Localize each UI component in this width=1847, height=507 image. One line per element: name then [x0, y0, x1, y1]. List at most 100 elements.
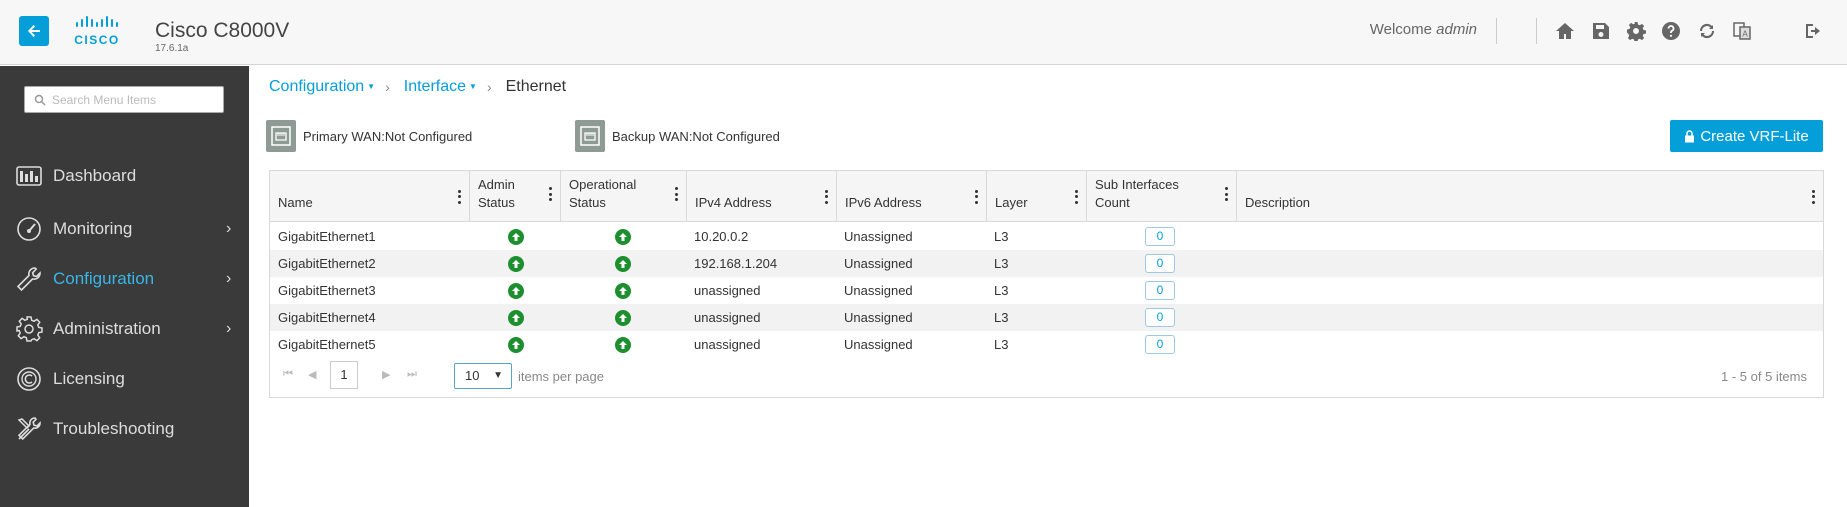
caret-down-icon[interactable]: ▼	[469, 82, 477, 91]
ethernet-port-icon	[266, 120, 296, 152]
cell-ipv6: Unassigned	[844, 283, 913, 298]
column-header-name[interactable]: Name	[270, 171, 470, 222]
search-icon	[34, 94, 46, 106]
sub-interfaces-count-button[interactable]: 0	[1145, 335, 1175, 354]
search-menu[interactable]	[24, 86, 224, 113]
header-divider	[1536, 18, 1537, 44]
create-vrf-lite-button[interactable]: Create VRF-Lite	[1670, 120, 1823, 152]
gauge-icon	[15, 215, 43, 243]
cell-name: GigabitEthernet5	[278, 337, 376, 352]
current-page[interactable]: 1	[330, 361, 358, 389]
cell-name: GigabitEthernet1	[278, 229, 376, 244]
breadcrumb-current: Ethernet	[505, 78, 567, 95]
table-row[interactable]: GigabitEthernet2 192.168.1.204 Unassigned L…	[270, 250, 1823, 277]
column-header-layer[interactable]: Layer	[987, 171, 1087, 222]
cell-layer: L3	[994, 337, 1009, 352]
oper-status-up-icon	[615, 256, 631, 272]
sub-interfaces-count-button[interactable]: 0	[1145, 254, 1175, 273]
help-icon	[1662, 22, 1680, 40]
items-per-page-label: items per page	[518, 369, 604, 384]
logo-text: CISCO	[74, 33, 120, 47]
language-button[interactable]: A	[1729, 18, 1755, 44]
table-row[interactable]: GigabitEthernet3 unassigned Unassigned L3 0	[270, 277, 1823, 304]
backup-wan-label: Backup WAN:Not Configured	[612, 128, 780, 144]
refresh-button[interactable]	[1694, 18, 1720, 44]
column-header-description[interactable]: Description	[1237, 171, 1823, 222]
first-page-icon[interactable]: ⏮	[283, 368, 293, 381]
sidebar-item-troubleshooting[interactable]: Troubleshooting	[0, 409, 249, 449]
pagination: ⏮ ◀ 1 ▶ ⏭ 10 ▼ items per page 1 - 5 of 5…	[270, 361, 1823, 391]
page-size-select[interactable]: 10 ▼	[454, 363, 512, 389]
column-menu-icon[interactable]	[974, 189, 978, 204]
column-menu-icon[interactable]	[674, 187, 678, 201]
interfaces-table: Name Admin Status Operational Status IPv4 …	[269, 170, 1824, 398]
search-menu-input[interactable]	[52, 92, 222, 107]
chevron-right-icon: ›	[226, 220, 232, 237]
sidebar-item-administration[interactable]: Administration ›	[0, 309, 249, 349]
gear-icon	[1627, 22, 1646, 41]
cisco-logo: CISCO	[70, 16, 132, 50]
admin-status-up-icon	[508, 283, 524, 299]
ethernet-port-icon	[575, 120, 605, 152]
table-row[interactable]: GigabitEthernet1 10.20.0.2 Unassigned L3 0	[270, 223, 1823, 250]
cell-ipv4: unassigned	[694, 337, 761, 352]
cell-layer: L3	[994, 310, 1009, 325]
sidebar-item-label: Dashboard	[53, 166, 137, 185]
create-vrf-lite-label: Create VRF-Lite	[1700, 127, 1809, 145]
dashboard-icon	[15, 162, 43, 190]
breadcrumb-interface[interactable]: Interface	[404, 78, 466, 96]
column-menu-icon[interactable]	[548, 187, 552, 201]
caret-down-icon[interactable]: ▼	[367, 82, 375, 91]
back-button[interactable]	[19, 16, 49, 46]
column-header-operational-status[interactable]: Operational Status	[561, 171, 687, 222]
column-header-label: IPv6 Address	[845, 195, 922, 210]
oper-status-up-icon	[615, 283, 631, 299]
column-header-ipv4-address[interactable]: IPv4 Address	[687, 171, 837, 222]
sub-interfaces-count-button[interactable]: 0	[1145, 227, 1175, 246]
column-header-sub-interfaces-count[interactable]: Sub Interfaces Count	[1087, 171, 1237, 222]
logout-button[interactable]	[1800, 18, 1826, 44]
cell-ipv4: unassigned	[694, 283, 761, 298]
next-page-icon[interactable]: ▶	[382, 368, 390, 381]
sidebar-item-licensing[interactable]: Licensing	[0, 359, 249, 399]
column-header-admin-status[interactable]: Admin Status	[470, 171, 561, 222]
cell-layer: L3	[994, 256, 1009, 271]
welcome-message: Welcome admin	[1370, 21, 1477, 38]
save-icon	[1593, 23, 1609, 39]
table-row[interactable]: GigabitEthernet5 unassigned Unassigned L3 0	[270, 331, 1823, 358]
wrench-icon	[15, 265, 43, 293]
column-menu-icon[interactable]	[1074, 189, 1078, 204]
sub-interfaces-count-button[interactable]: 0	[1145, 281, 1175, 300]
licensing-icon	[15, 365, 43, 393]
column-header-label: IPv4 Address	[695, 195, 772, 210]
sub-interfaces-count-button[interactable]: 0	[1145, 308, 1175, 327]
column-menu-icon[interactable]	[1811, 189, 1815, 204]
chevron-right-icon: ›	[226, 270, 232, 287]
top-header: CISCO Cisco C8000V 17.6.1a Welcome admin…	[0, 0, 1847, 65]
home-button[interactable]	[1552, 18, 1578, 44]
prev-page-icon[interactable]: ◀	[308, 368, 316, 381]
cell-name: GigabitEthernet2	[278, 256, 376, 271]
language-icon: A	[1733, 22, 1751, 40]
cell-layer: L3	[994, 283, 1009, 298]
help-button[interactable]	[1658, 18, 1684, 44]
column-menu-icon[interactable]	[824, 189, 828, 204]
column-menu-icon[interactable]	[1224, 187, 1228, 201]
caret-down-icon: ▼	[493, 370, 503, 381]
column-menu-icon[interactable]	[457, 189, 461, 204]
admin-status-up-icon	[508, 310, 524, 326]
table-row[interactable]: GigabitEthernet4 unassigned Unassigned L3 0	[270, 304, 1823, 331]
header-divider	[1496, 18, 1497, 44]
cell-ipv6: Unassigned	[844, 310, 913, 325]
cell-ipv6: Unassigned	[844, 256, 913, 271]
app-title: Cisco C8000V	[155, 19, 290, 42]
save-button[interactable]	[1588, 18, 1614, 44]
column-header-ipv6-address[interactable]: IPv6 Address	[837, 171, 987, 222]
sidebar-item-label: Licensing	[53, 369, 125, 388]
breadcrumb-configuration[interactable]: Configuration	[269, 78, 364, 96]
settings-button[interactable]	[1623, 18, 1649, 44]
last-page-icon[interactable]: ⏭	[407, 368, 417, 381]
sidebar-item-monitoring[interactable]: Monitoring ›	[0, 209, 249, 249]
sidebar-item-configuration[interactable]: Configuration ›	[0, 259, 249, 299]
sidebar-item-dashboard[interactable]: Dashboard	[0, 156, 249, 196]
